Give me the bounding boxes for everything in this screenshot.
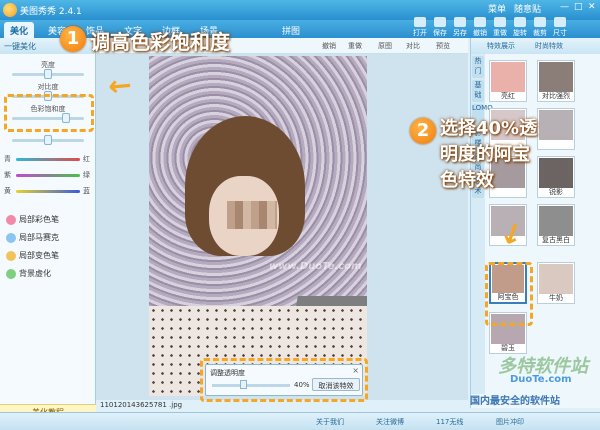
site-watermark-logo: 多特软件站 DuoTe.com 国内最安全的软件站 (470, 356, 588, 407)
recolor-icon (6, 250, 16, 261)
save-button[interactable]: 保存 (430, 17, 450, 39)
undo-icon (474, 17, 486, 27)
yellow-blue-slider[interactable]: 黄 蓝 (0, 184, 96, 198)
effect-preview-image (491, 62, 525, 92)
effect-preview-image (539, 264, 573, 294)
save-as-button[interactable]: 另存 (450, 17, 470, 39)
top-toolbar: 打开 保存 另存 撤销 重做 旋转 裁剪 尺寸 (410, 17, 570, 39)
abaose-highlight (485, 262, 533, 326)
resize-icon (554, 17, 566, 27)
folder-icon (414, 17, 426, 27)
rotate-icon (514, 17, 526, 27)
tab-effect-showcase[interactable]: 特效展示 (487, 41, 515, 51)
effect-name: 亮红 (501, 92, 515, 100)
step1-badge: 1 (60, 26, 86, 52)
saturation-highlight (4, 94, 94, 132)
compare-button[interactable]: 对比 (406, 41, 420, 51)
sticker-link[interactable]: 随意贴 (514, 2, 541, 15)
canvas-undo-button[interactable]: 撤销 (322, 41, 336, 51)
mosaic-icon (6, 232, 16, 243)
transparency-highlight (200, 358, 368, 402)
menu-link[interactable]: 菜单 (488, 2, 506, 15)
tab-fashion-effects[interactable]: 时尚特效 (535, 41, 563, 51)
magenta-green-slider[interactable]: 紫 绿 (0, 168, 96, 182)
brightness-slider[interactable]: 亮度 (0, 60, 96, 80)
tab-collage[interactable]: 拼图 (276, 22, 306, 38)
effect-thumb[interactable] (537, 108, 575, 150)
effect-preview-image (539, 62, 573, 92)
partial-mosaic-brush[interactable]: 局部马赛克 (6, 232, 59, 246)
background-blur[interactable]: 背景虚化 (6, 268, 51, 282)
open-button[interactable]: 打开 (410, 17, 430, 39)
effect-name: 复古黑白 (542, 236, 570, 244)
effect-thumb[interactable]: 对比强烈 (537, 60, 575, 102)
slider-knob[interactable] (44, 69, 52, 79)
app-logo-icon (3, 3, 17, 17)
file-name: 110120143625781 .jpg (100, 401, 183, 409)
app-title: 美图秀秀 2.4.1 (20, 7, 82, 17)
follow-weibo-link[interactable]: 关注微博 (376, 417, 404, 427)
partial-color-brush[interactable]: 局部彩色笔 (6, 214, 59, 228)
effect-name: 锐影 (549, 188, 563, 196)
blur-icon (6, 268, 16, 279)
redo-button[interactable]: 重做 (490, 17, 510, 39)
tab-beautify[interactable]: 美化 (4, 22, 35, 38)
crop-icon (534, 17, 546, 27)
effect-thumb[interactable]: 亮红 (489, 60, 527, 102)
redo-icon (494, 17, 506, 27)
slider-knob[interactable] (44, 135, 52, 145)
effect-thumb[interactable]: 牛奶 (537, 262, 575, 304)
effect-preview-image (539, 158, 573, 188)
effect-thumb[interactable]: 锐影 (537, 156, 575, 198)
photo-watermark: www.DuoTe.com (269, 261, 362, 272)
photo-print-link[interactable]: 图片冲印 (496, 417, 524, 427)
maximize-icon[interactable]: □ (574, 2, 583, 12)
canvas-redo-button[interactable]: 重做 (348, 41, 362, 51)
save-as-icon (454, 17, 466, 27)
original-button[interactable]: 原图 (378, 41, 392, 51)
effect-preview-image (539, 206, 573, 236)
about-link[interactable]: 关于我们 (316, 417, 344, 427)
undo-button[interactable]: 撤销 (470, 17, 490, 39)
resize-button[interactable]: 尺寸 (550, 17, 570, 39)
preview-button[interactable]: 预览 (436, 41, 450, 51)
step2-annotation: 选择40%透 明度的阿宝 色特效 (440, 118, 538, 191)
effect-preview-image (539, 110, 573, 140)
partial-recolor-brush[interactable]: 局部变色笔 (6, 250, 59, 264)
effect-name: 牛奶 (549, 294, 563, 302)
rotate-button[interactable]: 旋转 (510, 17, 530, 39)
mosaic-blur (227, 201, 277, 229)
crop-button[interactable]: 裁剪 (530, 17, 550, 39)
cyan-red-slider[interactable]: 青 红 (0, 152, 96, 166)
step2-badge: 2 (410, 118, 436, 144)
step1-annotation: 调高色彩饱和度 (90, 30, 230, 54)
effect-category-tabs: 热门 基础 LOMO 影楼 时尚 艺术 (471, 54, 493, 394)
wireless-link[interactable]: 117无线 (436, 417, 463, 427)
photo-canvas[interactable]: www.DuoTe.com (149, 56, 367, 396)
save-icon (434, 17, 446, 27)
effect-name: 对比强烈 (542, 92, 570, 100)
category-hot[interactable]: 热门 (472, 56, 484, 78)
status-bar: 关于我们 关注微博 117无线 图片冲印 (0, 412, 600, 430)
effect-thumb[interactable]: 复古黑白 (537, 204, 575, 246)
category-basic[interactable]: 基础 (472, 80, 484, 102)
minimize-icon[interactable]: — (560, 2, 569, 12)
close-icon[interactable]: ✕ (588, 2, 596, 12)
color-brush-icon (6, 214, 16, 225)
